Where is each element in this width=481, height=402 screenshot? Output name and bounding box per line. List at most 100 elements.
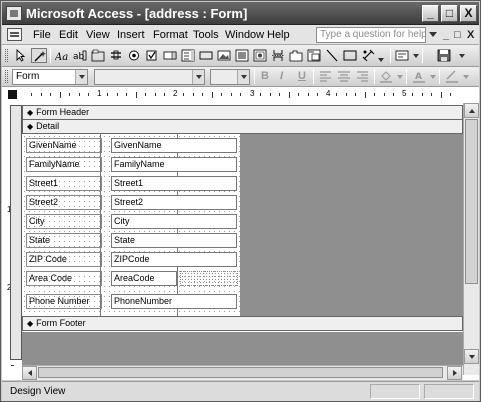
list-box-icon[interactable] bbox=[180, 48, 196, 63]
vertical-scroll-thumb[interactable] bbox=[465, 119, 478, 284]
font-name-combo[interactable] bbox=[94, 69, 205, 85]
chevron-down-icon[interactable] bbox=[75, 70, 87, 84]
option-group-icon[interactable] bbox=[90, 48, 106, 63]
bold-button[interactable]: B bbox=[261, 70, 269, 82]
ask-dropdown-icon[interactable] bbox=[429, 32, 437, 37]
form-footer-label: Form Footer bbox=[36, 318, 86, 328]
label-state[interactable]: State bbox=[26, 233, 102, 248]
label-street2[interactable]: Street2 bbox=[26, 195, 102, 210]
doc-close-button[interactable]: X bbox=[467, 29, 474, 41]
form-selector[interactable] bbox=[8, 90, 17, 99]
align-right-icon[interactable] bbox=[354, 69, 370, 84]
textbox-area-code[interactable]: AreaCode bbox=[111, 271, 177, 286]
toolbar-grip[interactable] bbox=[5, 49, 8, 62]
doc-minimize-button[interactable]: _ bbox=[443, 29, 449, 41]
label-city[interactable]: City bbox=[26, 214, 102, 229]
section-selector-column[interactable] bbox=[10, 105, 22, 360]
detail-section[interactable]: GivenName GivenName FamilyName FamilyNam… bbox=[22, 134, 463, 316]
fill-color-icon[interactable] bbox=[378, 69, 394, 84]
scroll-left-button[interactable] bbox=[22, 366, 37, 380]
toolbar-grip[interactable] bbox=[5, 70, 8, 83]
menu-window[interactable]: Window bbox=[225, 29, 264, 41]
line-color-dropdown-icon[interactable] bbox=[463, 75, 469, 79]
textbox-city[interactable]: City bbox=[111, 214, 237, 229]
font-size-combo[interactable] bbox=[210, 69, 250, 85]
text-box-tool-icon[interactable]: ab bbox=[72, 48, 88, 63]
label-tool-icon[interactable]: Aa bbox=[54, 48, 70, 63]
more-controls-icon[interactable] bbox=[360, 48, 376, 63]
scroll-right-button[interactable] bbox=[447, 366, 462, 380]
menu-file[interactable]: File bbox=[33, 29, 51, 41]
view-toggle-icon[interactable] bbox=[394, 48, 410, 63]
textbox-state[interactable]: State bbox=[111, 233, 237, 248]
line-color-icon[interactable] bbox=[444, 69, 460, 84]
access-app-icon[interactable] bbox=[6, 6, 22, 21]
align-left-icon[interactable] bbox=[318, 69, 334, 84]
label-family-name[interactable]: FamilyName bbox=[26, 157, 102, 172]
textbox-street2[interactable]: Street2 bbox=[111, 195, 237, 210]
combo-box-icon[interactable] bbox=[162, 48, 178, 63]
textbox-zip-code[interactable]: ZIPCode bbox=[111, 252, 237, 267]
vertical-scrollbar[interactable] bbox=[463, 103, 479, 375]
italic-button[interactable]: I bbox=[280, 70, 283, 82]
ask-question-input[interactable]: Type a question for help bbox=[316, 27, 426, 43]
minimize-button[interactable]: _ bbox=[422, 5, 439, 22]
align-center-icon[interactable] bbox=[336, 69, 352, 84]
command-button-icon[interactable] bbox=[198, 48, 214, 63]
tab-control-icon[interactable] bbox=[288, 48, 304, 63]
check-box-icon[interactable] bbox=[144, 48, 160, 63]
maximize-button[interactable]: □ bbox=[441, 5, 458, 22]
label-street1[interactable]: Street1 bbox=[26, 176, 102, 191]
fill-color-dropdown-icon[interactable] bbox=[397, 75, 403, 79]
option-button-icon[interactable] bbox=[126, 48, 142, 63]
rectangle-tool-icon[interactable] bbox=[342, 48, 358, 63]
page-break-icon[interactable] bbox=[270, 48, 286, 63]
detail-section-bar[interactable]: ◆ Detail bbox=[22, 119, 463, 134]
label-area-code[interactable]: Area Code bbox=[26, 271, 102, 286]
empty-control-placeholder[interactable] bbox=[180, 271, 238, 286]
label-given-name[interactable]: GivenName bbox=[26, 138, 102, 153]
scroll-up-button[interactable] bbox=[464, 103, 479, 118]
textbox-family-name[interactable]: FamilyName bbox=[111, 157, 237, 172]
form-header-bar[interactable]: ◆ Form Header bbox=[22, 105, 463, 120]
bound-object-frame-icon[interactable] bbox=[252, 48, 268, 63]
label-zip-code[interactable]: ZIP Code bbox=[26, 252, 102, 267]
line-tool-icon[interactable] bbox=[324, 48, 340, 63]
menu-tools[interactable]: Tools bbox=[193, 29, 219, 41]
select-objects-icon[interactable] bbox=[13, 48, 29, 63]
textbox-phone-number[interactable]: PhoneNumber bbox=[111, 294, 237, 309]
underline-button[interactable]: U bbox=[298, 70, 306, 82]
chevron-down-icon[interactable] bbox=[192, 70, 204, 84]
subform-icon[interactable] bbox=[306, 48, 322, 63]
menu-format[interactable]: Format bbox=[153, 29, 188, 41]
menu-help[interactable]: Help bbox=[267, 29, 290, 41]
menu-view[interactable]: View bbox=[86, 29, 110, 41]
control-wizards-icon[interactable] bbox=[31, 48, 47, 63]
chevron-down-icon[interactable] bbox=[237, 70, 249, 84]
view-dropdown-icon[interactable] bbox=[413, 54, 419, 58]
unbound-object-frame-icon[interactable] bbox=[234, 48, 250, 63]
menu-edit[interactable]: Edit bbox=[59, 29, 78, 41]
image-icon[interactable] bbox=[216, 48, 232, 63]
toolbar-overflow-icon[interactable] bbox=[459, 54, 465, 58]
doc-restore-button[interactable]: □ bbox=[454, 29, 461, 41]
form-window-icon[interactable] bbox=[7, 28, 22, 41]
scroll-down-button[interactable] bbox=[464, 349, 479, 364]
label-phone-number[interactable]: Phone Number bbox=[26, 294, 102, 309]
horizontal-ruler[interactable]: 1 2 3 4 5 bbox=[22, 89, 462, 101]
font-color-dropdown-icon[interactable] bbox=[430, 75, 436, 79]
toolbox-options-icon[interactable] bbox=[378, 58, 384, 62]
horizontal-scrollbar[interactable] bbox=[22, 365, 463, 380]
font-color-icon[interactable]: A bbox=[411, 69, 427, 84]
textbox-given-name[interactable]: GivenName bbox=[111, 138, 237, 153]
toggle-button-icon[interactable] bbox=[108, 48, 124, 63]
textbox-street1[interactable]: Street1 bbox=[111, 176, 237, 191]
form-footer-bar[interactable]: ◆ Form Footer bbox=[22, 316, 463, 331]
title-bar: Microsoft Access - [address : Form] _ □ … bbox=[2, 2, 479, 25]
close-button[interactable]: X bbox=[460, 5, 477, 22]
horizontal-scroll-thumb[interactable] bbox=[38, 367, 443, 378]
save-icon[interactable] bbox=[436, 48, 452, 63]
form-grid[interactable]: GivenName GivenName FamilyName FamilyNam… bbox=[22, 134, 240, 316]
object-combo[interactable]: Form bbox=[12, 69, 88, 85]
menu-insert[interactable]: Insert bbox=[117, 29, 145, 41]
